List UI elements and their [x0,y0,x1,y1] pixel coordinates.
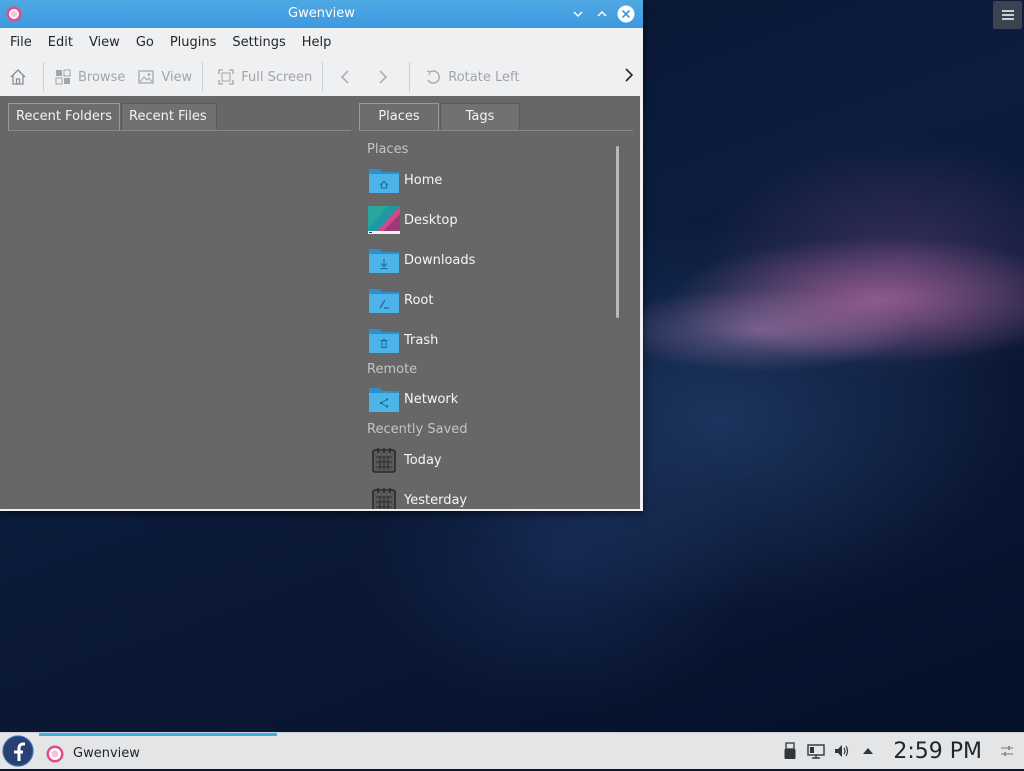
start-page-button[interactable] [0,62,39,92]
places-scrollbar[interactable] [616,146,619,318]
calendar-icon [372,448,396,473]
browse-label: Browse [78,69,126,85]
folder-downloads-icon [369,249,399,273]
place-network[interactable]: Network [360,380,618,418]
section-remote: Remote [367,362,418,377]
home-icon [10,69,26,85]
menu-plugins[interactable]: Plugins [162,28,225,58]
menu-go[interactable]: Go [128,28,162,58]
place-yesterday[interactable]: Yesterday [360,480,618,509]
fedora-launcher-icon[interactable] [2,735,34,767]
menu-view[interactable]: View [81,28,128,58]
place-today[interactable]: Today [360,440,618,480]
close-icon [617,5,635,23]
network-icon[interactable] [807,742,826,760]
fullscreen-label: Full Screen [241,69,313,85]
toolbar-separator [322,62,324,92]
section-recently-saved: Recently Saved [367,422,468,437]
place-label: Today [404,452,442,468]
place-desktop[interactable]: Desktop [360,200,618,240]
place-label: Downloads [404,252,476,268]
folder-root-icon [369,289,399,313]
menu-settings[interactable]: Settings [224,28,293,58]
folder-home-icon [369,169,399,193]
chevron-right-icon [379,70,388,84]
menu-edit[interactable]: Edit [40,28,81,58]
browse-button[interactable]: Browse [48,62,131,92]
volume-icon[interactable] [833,742,851,760]
tab-divider [359,130,633,131]
system-tray: 2:59 PM [777,733,1024,769]
tab-recent-files[interactable]: Recent Files [121,103,218,130]
recent-tabbar: Recent Folders Recent Files [8,103,218,131]
grid-icon [55,69,71,85]
chevron-down-icon [573,11,583,18]
place-home[interactable]: Home [360,160,618,200]
next-button[interactable] [367,62,405,92]
place-downloads[interactable]: Downloads [360,240,618,280]
chevron-left-icon [341,70,349,84]
menu-file[interactable]: File [2,28,40,58]
menu-help[interactable]: Help [294,28,340,58]
desktop-icon [368,206,400,234]
start-page: Recent Folders Recent Files Places Tags … [0,96,640,509]
panel-settings-icon[interactable] [998,742,1016,760]
toolbar-separator [202,62,204,92]
view-button[interactable]: View [131,62,198,92]
desktop-toolbox-button[interactable] [993,1,1022,29]
view-label: View [161,69,193,85]
place-label: Trash [404,332,439,348]
tab-places[interactable]: Places [359,103,439,130]
previous-button[interactable] [327,62,367,92]
toolbar-separator [43,62,44,92]
gwenview-window: Gwenview File Edit View Go Plugins Setti… [0,0,643,511]
places-tabbar: Places Tags [359,103,521,131]
place-root[interactable]: Root [360,280,618,320]
place-trash[interactable]: Trash [360,320,618,360]
minimize-button[interactable] [569,5,587,23]
main-toolbar: Browse View Full Screen Rotate Left [0,58,643,96]
tab-divider [8,130,351,131]
toolbar-separator [409,62,411,92]
trash-icon [369,329,399,353]
task-gwenview[interactable]: Gwenview [39,733,277,771]
place-label: Network [404,391,459,407]
image-icon [138,70,154,84]
menubar: File Edit View Go Plugins Settings Help [0,28,643,58]
place-label: Home [404,172,443,188]
places-panel: Places Home Desktop Downloads Root Trash… [360,140,618,509]
usb-icon[interactable] [781,742,799,760]
gwenview-app-icon [46,745,64,762]
rotate-left-button[interactable]: Rotate Left [414,62,525,92]
toolbar-overflow-button[interactable] [623,66,635,88]
tab-recent-folders[interactable]: Recent Folders [8,103,121,130]
window-title: Gwenview [288,6,355,21]
fullscreen-icon [218,69,234,85]
tab-tags[interactable]: Tags [440,103,520,130]
rotate-left-label: Rotate Left [448,69,520,85]
place-label: Desktop [404,212,458,228]
hamburger-icon [1001,10,1014,20]
chevron-right-icon [625,68,634,82]
clock[interactable]: 2:59 PM [893,739,982,764]
close-button[interactable] [617,5,635,23]
folder-network-icon [369,388,399,412]
titlebar[interactable]: Gwenview [0,0,643,28]
fullscreen-button[interactable]: Full Screen [207,62,318,92]
chevron-up-icon [597,10,607,17]
place-label: Root [404,292,434,308]
calendar-icon [372,488,396,509]
place-label: Yesterday [404,492,468,508]
maximize-button[interactable] [593,5,611,23]
expand-tray-icon[interactable] [859,742,877,760]
task-label: Gwenview [73,746,140,761]
rotate-left-icon [427,70,441,84]
section-places: Places [367,142,409,157]
taskbar: Gwenview 2:59 PM [0,732,1024,769]
